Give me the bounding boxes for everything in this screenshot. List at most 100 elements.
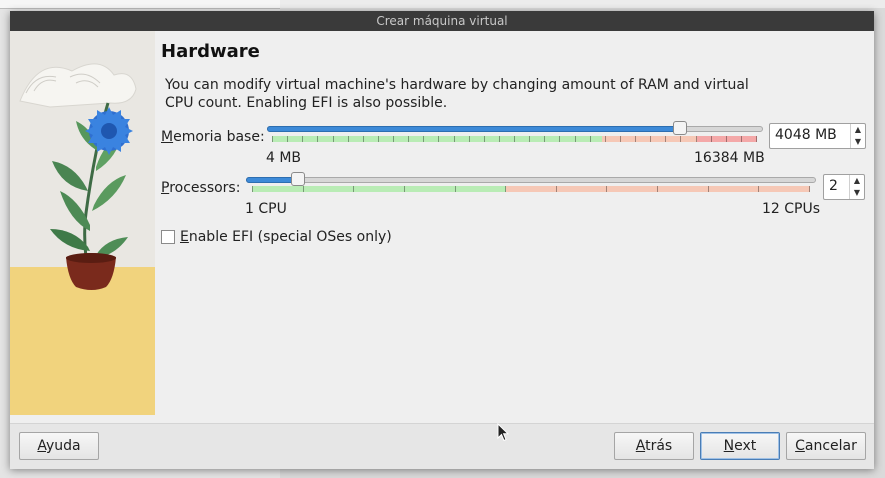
scale-tick bbox=[303, 186, 304, 192]
scale-tick bbox=[559, 136, 560, 142]
scale-tick bbox=[741, 136, 742, 142]
memory-max-label: 16384 MB bbox=[694, 150, 765, 166]
help-button-accel: A bbox=[37, 438, 46, 454]
scale-tick bbox=[620, 136, 621, 142]
processors-label-accel: P bbox=[161, 180, 170, 196]
memory-scale-safe bbox=[272, 136, 602, 142]
wizard-illustration bbox=[10, 31, 155, 415]
back-button-label: trás bbox=[645, 438, 673, 454]
enable-efi-label-text: nable EFI (special OSes only) bbox=[188, 229, 392, 245]
help-button[interactable]: Ayuda bbox=[19, 432, 99, 460]
scale-tick bbox=[438, 136, 439, 142]
processors-max-label: 12 CPUs bbox=[762, 201, 821, 217]
cancel-button-label: ancelar bbox=[804, 438, 857, 454]
flower-pot-illustration bbox=[10, 31, 155, 415]
scale-tick bbox=[529, 136, 530, 142]
enable-efi-label[interactable]: Enable EFI (special OSes only) bbox=[180, 229, 392, 245]
memory-slider[interactable] bbox=[267, 118, 763, 138]
scale-tick bbox=[657, 186, 658, 192]
spin-down-icon[interactable]: ▼ bbox=[851, 136, 865, 148]
page-title: Hardware bbox=[161, 41, 260, 62]
scale-tick bbox=[708, 186, 709, 192]
scale-tick bbox=[348, 136, 349, 142]
scale-tick bbox=[455, 186, 456, 192]
scale-tick bbox=[404, 186, 405, 192]
scale-tick bbox=[680, 136, 681, 142]
scale-tick bbox=[605, 136, 606, 142]
memory-slider-fill bbox=[267, 126, 680, 132]
scale-tick bbox=[333, 136, 334, 142]
scale-tick bbox=[809, 186, 810, 192]
processors-min-label: 1 CPU bbox=[245, 201, 287, 217]
processors-label: Processors: bbox=[161, 180, 240, 196]
memory-label: Memoria base: bbox=[161, 129, 265, 145]
spin-up-icon[interactable]: ▲ bbox=[850, 175, 864, 187]
processors-slider-handle[interactable] bbox=[291, 172, 305, 186]
dialog-title: Crear máquina virtual bbox=[10, 11, 874, 31]
scale-tick bbox=[353, 186, 354, 192]
scale-tick bbox=[514, 136, 515, 142]
scale-tick bbox=[696, 136, 697, 142]
memory-label-text: emoria base: bbox=[173, 129, 265, 145]
scale-tick bbox=[726, 136, 727, 142]
processors-scale-warning bbox=[506, 186, 810, 192]
scale-tick bbox=[756, 136, 757, 142]
next-button-accel: N bbox=[723, 438, 735, 454]
scale-tick bbox=[469, 136, 470, 142]
mouse-cursor-icon bbox=[497, 423, 509, 442]
scale-tick bbox=[454, 136, 455, 142]
scale-tick bbox=[317, 136, 318, 142]
memory-spin-arrows[interactable]: ▲ ▼ bbox=[850, 124, 865, 148]
scale-tick bbox=[758, 186, 759, 192]
help-button-label: yuda bbox=[46, 438, 81, 454]
back-button[interactable]: Atrás bbox=[614, 432, 694, 460]
scale-tick bbox=[302, 136, 303, 142]
processors-scale bbox=[252, 186, 810, 192]
memory-value: 4048 MB bbox=[775, 127, 837, 143]
scale-tick bbox=[650, 136, 651, 142]
scale-tick bbox=[484, 136, 485, 142]
scale-tick bbox=[408, 136, 409, 142]
memory-label-accel: M bbox=[161, 129, 174, 145]
memory-scale bbox=[272, 136, 757, 142]
processors-scale-safe bbox=[252, 186, 506, 192]
back-button-accel: A bbox=[635, 438, 646, 454]
memory-spinbox[interactable]: 4048 MB ▲ ▼ bbox=[769, 123, 866, 149]
scale-tick bbox=[590, 136, 591, 142]
scale-tick bbox=[393, 136, 394, 142]
cancel-button[interactable]: Cancelar bbox=[786, 432, 866, 460]
memory-min-label: 4 MB bbox=[266, 150, 302, 166]
scale-tick bbox=[505, 186, 506, 192]
processors-slider-groove bbox=[246, 177, 816, 183]
scale-tick bbox=[378, 136, 379, 142]
processors-spinbox[interactable]: 2 ▲ ▼ bbox=[823, 174, 865, 200]
memory-slider-handle[interactable] bbox=[673, 121, 687, 135]
scale-tick bbox=[665, 136, 666, 142]
scale-tick bbox=[363, 136, 364, 142]
create-vm-dialog: Crear máquina virtual Hardware You can m… bbox=[10, 11, 874, 469]
next-button-label: ext bbox=[734, 438, 757, 454]
scale-tick bbox=[423, 136, 424, 142]
spin-up-icon[interactable]: ▲ bbox=[851, 124, 865, 136]
processors-spin-arrows[interactable]: ▲ ▼ bbox=[849, 175, 864, 199]
enable-efi-checkbox[interactable] bbox=[161, 230, 175, 244]
processors-label-text: rocessors: bbox=[169, 180, 241, 196]
next-button[interactable]: Next bbox=[700, 432, 780, 460]
dialog-button-bar: Ayuda Atrás Next Cancelar bbox=[10, 423, 874, 469]
scale-tick bbox=[606, 186, 607, 192]
scale-tick bbox=[252, 186, 253, 192]
scale-tick bbox=[544, 136, 545, 142]
scale-tick bbox=[575, 136, 576, 142]
memory-scale-danger bbox=[697, 136, 757, 142]
enable-efi-label-accel: E bbox=[180, 229, 189, 245]
scale-tick bbox=[287, 136, 288, 142]
page-description: You can modify virtual machine's hardwar… bbox=[165, 77, 749, 111]
cancel-button-accel: C bbox=[795, 438, 805, 454]
scale-tick bbox=[635, 136, 636, 142]
scale-tick bbox=[556, 186, 557, 192]
scale-tick bbox=[499, 136, 500, 142]
scale-tick bbox=[272, 136, 273, 142]
processors-value: 2 bbox=[829, 178, 838, 194]
scale-tick bbox=[711, 136, 712, 142]
spin-down-icon[interactable]: ▼ bbox=[850, 187, 864, 199]
